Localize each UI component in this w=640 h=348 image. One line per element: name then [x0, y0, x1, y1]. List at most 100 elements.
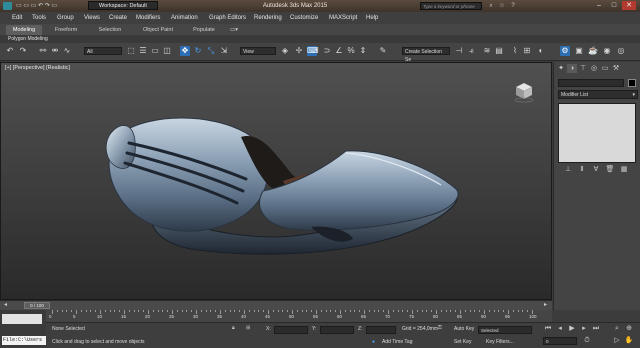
help-icon[interactable]: ?: [509, 2, 517, 10]
select-by-name-icon[interactable]: ☰: [138, 46, 148, 56]
reference-coordinate-dropdown[interactable]: View: [240, 47, 276, 55]
close-button[interactable]: ✕: [622, 1, 636, 10]
listener-mini-window[interactable]: [2, 314, 42, 324]
time-next-icon[interactable]: ▸: [544, 301, 547, 310]
tab-object-paint[interactable]: Object Paint: [136, 25, 180, 35]
create-tab-icon[interactable]: ✦: [556, 64, 566, 73]
named-selection-dropdown[interactable]: Create Selection Se: [402, 47, 450, 63]
render-setup-icon[interactable]: ⚙: [560, 46, 570, 56]
angle-snap-icon[interactable]: ∠: [334, 46, 344, 56]
select-scale-icon[interactable]: ⤡: [206, 46, 216, 56]
activeshade-icon[interactable]: ◎: [616, 46, 626, 56]
time-config-icon[interactable]: ⏱: [582, 336, 592, 345]
undo-icon[interactable]: ↶: [5, 46, 15, 56]
window-crossing-icon[interactable]: ◫: [162, 46, 172, 56]
search-input[interactable]: Type a keyword or phrase: [420, 2, 482, 10]
menu-animation[interactable]: Animation: [171, 12, 198, 24]
graphite-toggle-icon[interactable]: ▤: [494, 46, 504, 56]
key-mode-dropdown[interactable]: Selected: [478, 326, 532, 334]
render-production-icon[interactable]: ☕: [588, 46, 598, 56]
binoculars-icon[interactable]: ⌕: [487, 2, 495, 10]
place-icon[interactable]: ⇲: [219, 46, 229, 56]
quick-access-icons[interactable]: ▭ ▭ ▭ ↶ ↷ ▭: [16, 2, 57, 10]
layer-manager-icon[interactable]: ≋: [482, 46, 492, 56]
tab-populate[interactable]: Populate: [186, 25, 222, 35]
select-link-icon[interactable]: ⚯: [38, 46, 48, 56]
unlink-icon[interactable]: ⚮: [50, 46, 60, 56]
curve-editor-icon[interactable]: ⌇: [510, 46, 520, 56]
key-filters-button[interactable]: Key Filters...: [486, 339, 514, 345]
set-key-button[interactable]: Set Key: [454, 339, 472, 345]
menu-graph-editors[interactable]: Graph Editors: [209, 12, 246, 24]
z-coordinate-field[interactable]: [366, 326, 396, 334]
hierarchy-tab-icon[interactable]: ⊤: [578, 64, 588, 73]
display-tab-icon[interactable]: ▭: [600, 64, 610, 73]
selection-filter-dropdown[interactable]: All: [84, 47, 122, 55]
show-end-result-icon[interactable]: Ⅱ: [577, 166, 587, 174]
tab-selection[interactable]: Selection: [92, 25, 128, 35]
field-of-view-icon[interactable]: ▷: [612, 336, 622, 345]
material-editor-icon[interactable]: ◐: [536, 46, 546, 56]
rendered-frame-window-icon[interactable]: ▣: [574, 46, 584, 56]
menu-group[interactable]: Group: [57, 12, 74, 24]
shoe-model[interactable]: [1, 63, 551, 299]
configure-modifier-sets-icon[interactable]: ▦: [619, 166, 629, 174]
viewcube-icon[interactable]: [513, 81, 535, 103]
pan-icon[interactable]: ✋: [624, 336, 634, 345]
auto-key-button[interactable]: Auto Key: [454, 326, 474, 332]
rectangular-selection-icon[interactable]: ▭: [150, 46, 160, 56]
edit-named-selection-icon[interactable]: ✎: [378, 46, 388, 56]
select-manipulate-icon[interactable]: ✢: [294, 46, 304, 56]
render-iterative-icon[interactable]: ◉: [602, 46, 612, 56]
motion-tab-icon[interactable]: ◎: [589, 64, 599, 73]
percent-snap-icon[interactable]: %: [346, 46, 356, 56]
keyboard-shortcut-override-icon[interactable]: ⌨: [307, 46, 319, 56]
menu-help[interactable]: Help: [366, 12, 378, 24]
spinner-snap-icon[interactable]: ⇕: [358, 46, 368, 56]
redo-icon[interactable]: ↷: [18, 46, 28, 56]
modify-tab-icon[interactable]: ◑: [567, 64, 577, 73]
x-coordinate-field[interactable]: [274, 326, 308, 334]
maximize-button[interactable]: □: [607, 1, 621, 10]
time-tag-icon[interactable]: ●: [372, 339, 375, 345]
lock-selection-icon[interactable]: 🔒︎: [232, 325, 235, 331]
time-slider-thumb[interactable]: 0 / 100: [24, 302, 50, 309]
maxscript-listener-input[interactable]: File:C:\Users: [2, 336, 46, 345]
bind-space-warp-icon[interactable]: ∿: [62, 46, 72, 56]
star-icon[interactable]: ☆: [498, 2, 506, 10]
modifier-list-dropdown[interactable]: Modifier List ▾: [558, 90, 638, 99]
go-to-start-icon[interactable]: ⏮: [543, 324, 553, 333]
menu-edit[interactable]: Edit: [12, 12, 22, 24]
absolute-mode-icon[interactable]: ⊞: [246, 325, 250, 331]
workspace-dropdown[interactable]: Workspace: Default: [88, 1, 158, 10]
pivot-center-icon[interactable]: ◈: [280, 46, 290, 56]
minimize-button[interactable]: –: [592, 1, 606, 10]
ribbon-options-icon[interactable]: ▭▾: [228, 25, 240, 35]
menu-maxscript[interactable]: MAXScript: [329, 12, 357, 24]
select-object-icon[interactable]: ⬚: [126, 46, 136, 56]
track-bar[interactable]: 0 5 10 15 20 25 30 35 40 45 50 55 60 65 70 75 80 85 90 95 10…: [0, 310, 552, 322]
key-icon[interactable]: ⚿: [438, 325, 442, 331]
make-unique-icon[interactable]: ∀: [591, 166, 601, 174]
tab-freeform[interactable]: Freeform: [48, 25, 84, 35]
zoom-all-icon[interactable]: ⊕: [624, 324, 634, 333]
menu-rendering[interactable]: Rendering: [254, 12, 282, 24]
remove-modifier-icon[interactable]: 🗑︎: [605, 166, 615, 174]
menu-modifiers[interactable]: Modifiers: [136, 12, 160, 24]
snaps-toggle-icon[interactable]: ⊃: [322, 46, 332, 56]
go-to-end-icon[interactable]: ⏭: [591, 324, 601, 333]
play-icon[interactable]: ▶: [567, 324, 577, 333]
previous-frame-icon[interactable]: ◂: [555, 324, 565, 333]
add-time-tag[interactable]: Add Time Tag: [382, 339, 412, 345]
select-rotate-icon[interactable]: ↻: [193, 46, 203, 56]
pin-stack-icon[interactable]: ⊥: [563, 166, 573, 174]
menu-tools[interactable]: Tools: [32, 12, 46, 24]
time-prev-icon[interactable]: ◂: [4, 301, 7, 310]
tab-modeling[interactable]: Modeling: [6, 25, 42, 35]
menu-views[interactable]: Views: [84, 12, 100, 24]
object-color-swatch[interactable]: [628, 79, 636, 87]
menu-customize[interactable]: Customize: [290, 12, 318, 24]
utilities-tab-icon[interactable]: ⚒: [611, 64, 621, 73]
select-move-icon[interactable]: ✥: [180, 46, 190, 56]
zoom-icon[interactable]: ⌕: [612, 324, 622, 333]
